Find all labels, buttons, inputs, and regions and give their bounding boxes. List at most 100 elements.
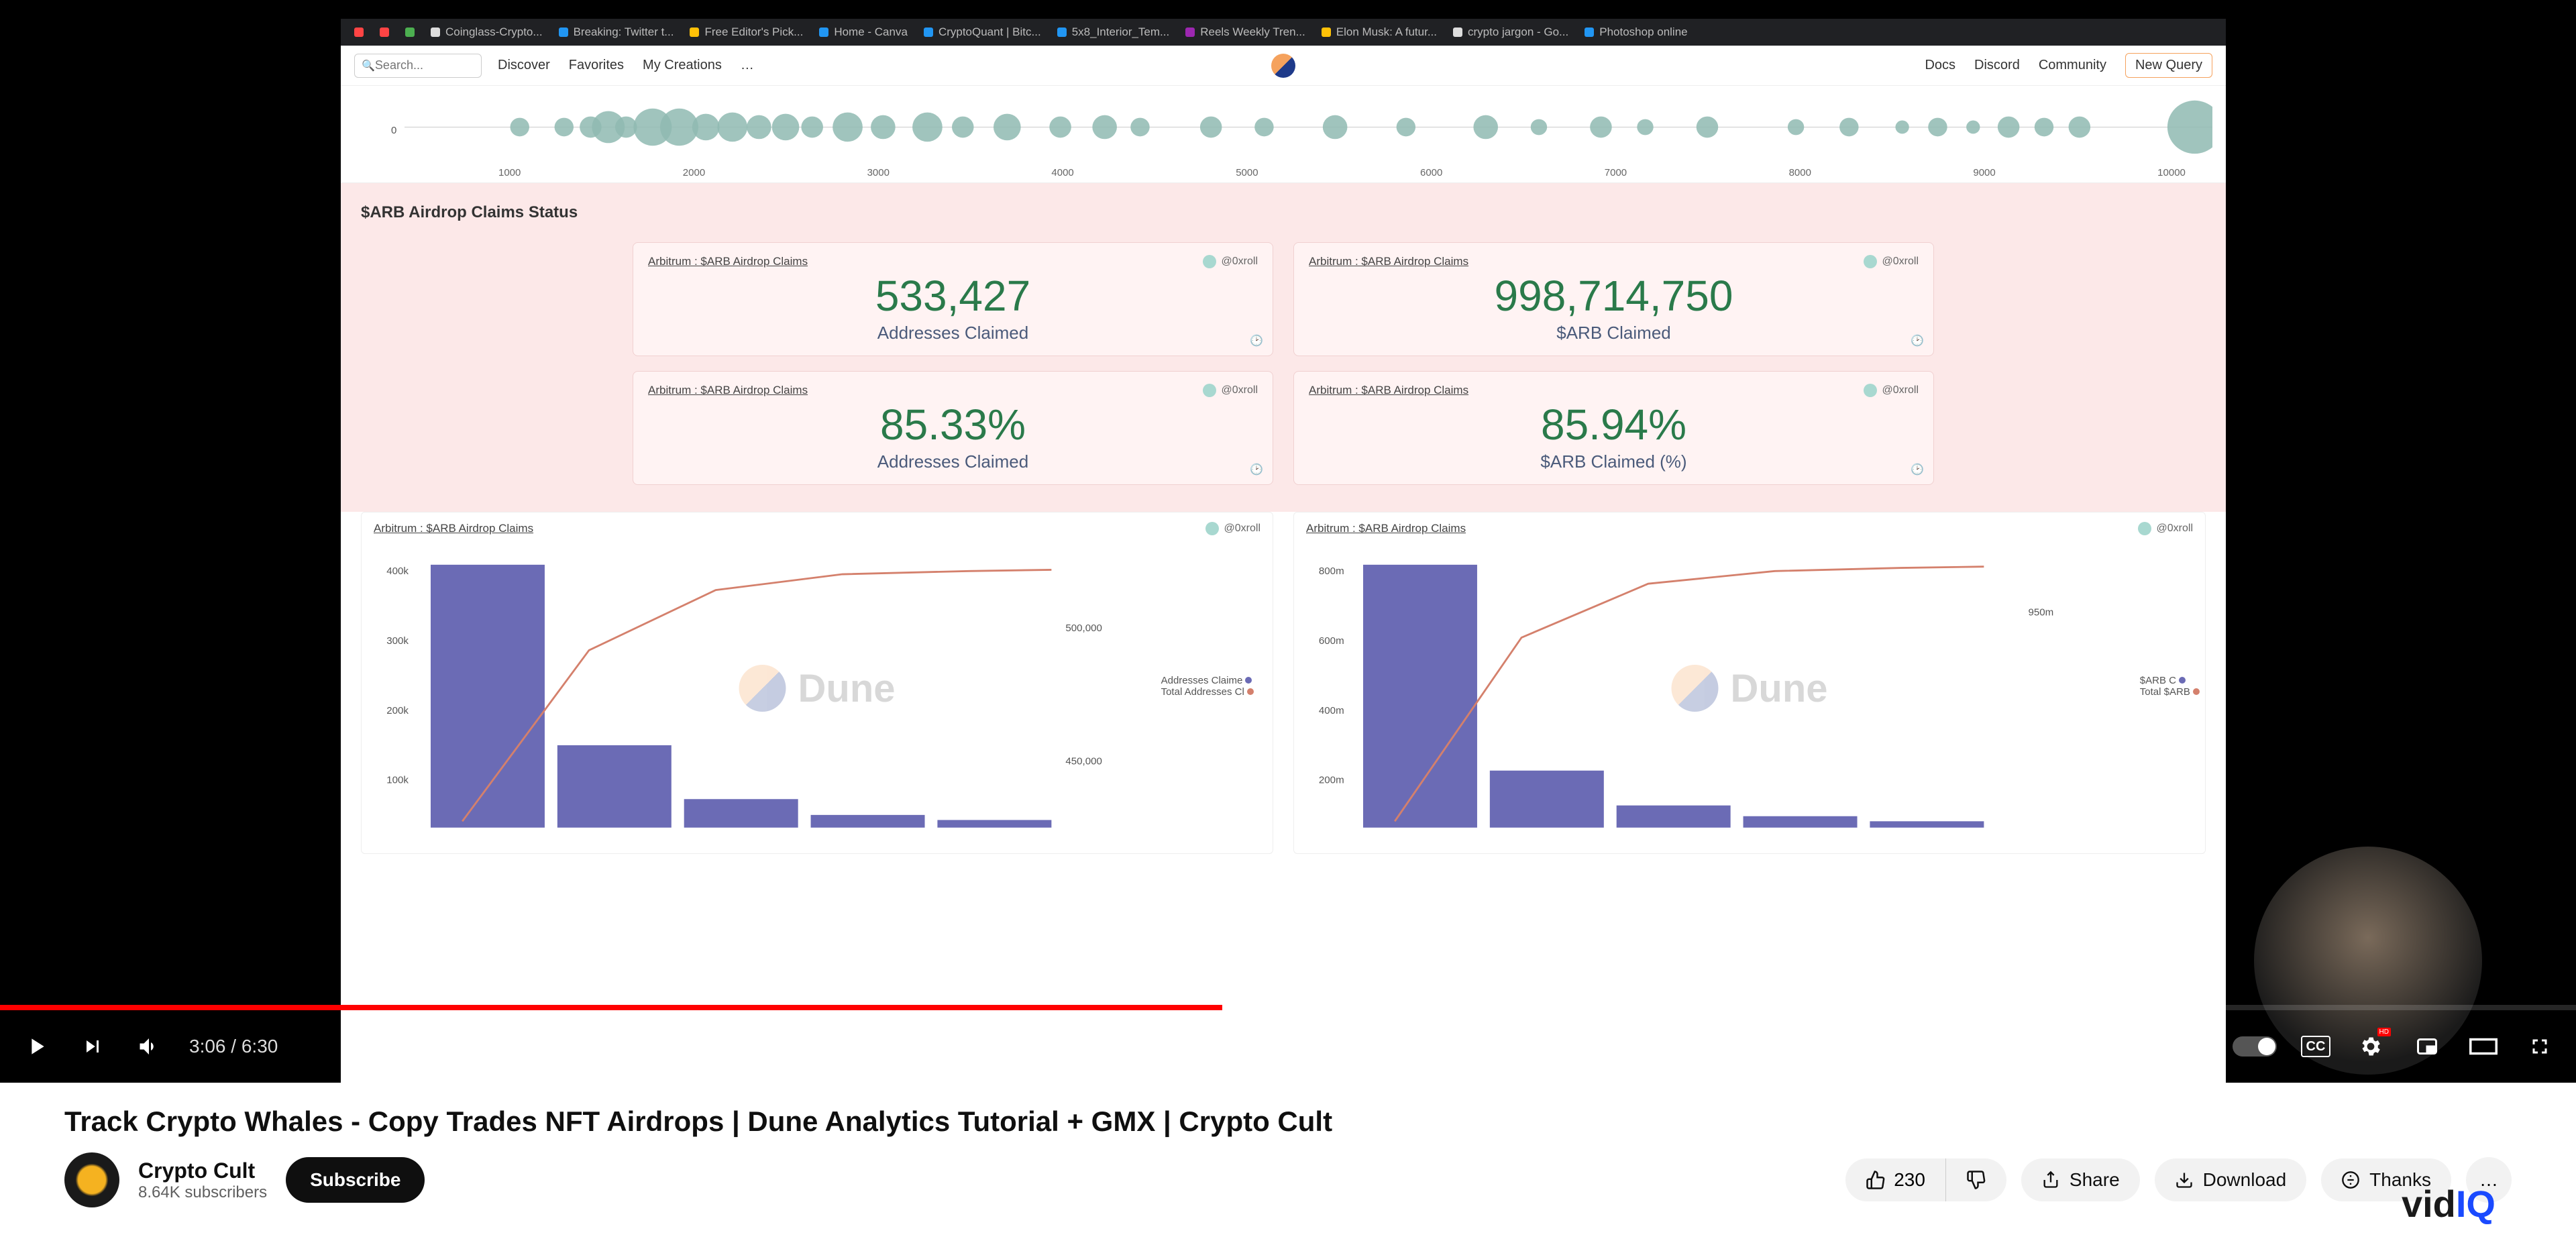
like-button[interactable]: 230 [1845,1158,1945,1201]
claims-status-section: $ARB Airdrop Claims Status Arbitrum : $A… [341,183,2226,512]
video-player[interactable]: Coinglass-Crypto... Breaking: Twitter t.… [0,0,2576,1083]
progress-bar[interactable] [0,1005,2576,1010]
miniplayer-button[interactable] [2411,1030,2443,1063]
volume-button[interactable] [133,1030,165,1063]
dune-screenshot: Coinglass-Crypto... Breaking: Twitter t.… [341,19,2226,1083]
card-title-link[interactable]: Arbitrum : $ARB Airdrop Claims [1309,255,1468,268]
nav-mycreations[interactable]: My Creations [643,58,722,73]
metric-value: 998,714,750 [1309,274,1919,319]
play-button[interactable] [20,1030,52,1063]
legend-item: $ARB C [2140,675,2200,686]
card-title-link[interactable]: Arbitrum : $ARB Airdrop Claims [1309,384,1468,397]
y-tick: 300k [386,635,409,647]
metric-value: 85.33% [648,402,1258,447]
x-tick: 4000 [1051,167,1073,178]
avatar-icon [1864,255,1877,268]
bar-chart-arb: Arbitrum : $ARB Airdrop Claims @0xroll D… [1293,512,2206,854]
played-bar [0,1005,1222,1010]
cumulative-line [1395,567,1984,822]
channel-avatar[interactable] [64,1152,119,1207]
x-tick: 8000 [1789,167,1811,178]
bar [1743,816,1858,828]
card-author[interactable]: @0xroll [1864,255,1919,268]
nav-more-icon[interactable]: … [741,58,754,73]
legend-item: Total $ARB [2140,686,2200,698]
nav-discord[interactable]: Discord [1974,58,2020,73]
tab-icon [354,28,364,37]
card-author[interactable]: @0xroll [1203,384,1258,397]
y2-tick: 450,000 [1065,756,1102,767]
avatar-icon [2138,522,2151,535]
chart-title-link[interactable]: Arbitrum : $ARB Airdrop Claims [374,522,533,535]
video-title: Track Crypto Whales - Copy Trades NFT Ai… [64,1105,2512,1138]
browser-tab: CryptoQuant | Bitc... [924,25,1041,39]
x-tick: 7000 [1605,167,1627,178]
time-display: 3:06 / 6:30 [189,1036,278,1057]
share-button[interactable]: Share [2021,1158,2140,1201]
nav-favorites[interactable]: Favorites [569,58,624,73]
browser-tab: Reels Weekly Tren... [1185,25,1305,39]
bar [937,820,1051,828]
x-tick: 5000 [1236,167,1258,178]
nav-docs[interactable]: Docs [1925,58,1955,73]
bar-charts-row: Arbitrum : $ARB Airdrop Claims @0xroll D… [341,512,2226,854]
x-tick: 6000 [1420,167,1442,178]
dislike-button[interactable] [1946,1158,2006,1201]
x-tick: 2000 [683,167,705,178]
new-query-button[interactable]: New Query [2125,53,2212,78]
section-title: $ARB Airdrop Claims Status [341,183,2226,242]
card-author[interactable]: @0xroll [1864,384,1919,397]
y-tick: 600m [1319,635,1344,647]
search-input[interactable]: 🔍 [354,54,482,78]
browser-tab: 5x8_Interior_Tem... [1057,25,1170,39]
dune-logo-icon [1271,54,1295,78]
legend-item: Addresses Claime [1161,675,1254,686]
card-title-link[interactable]: Arbitrum : $ARB Airdrop Claims [648,255,808,268]
settings-button[interactable]: HD [2355,1030,2387,1063]
y-tick: 400k [386,565,409,577]
bar [1490,771,1604,828]
video-meta: Track Crypto Whales - Copy Trades NFT Ai… [0,1083,2576,1243]
nav-discover[interactable]: Discover [498,58,550,73]
card-title-link[interactable]: Arbitrum : $ARB Airdrop Claims [648,384,808,397]
card-author[interactable]: @0xroll [1203,255,1258,268]
card-author[interactable]: @0xroll [1205,522,1260,535]
metric-value: 85.94% [1309,402,1919,447]
bar-chart-addresses: Arbitrum : $ARB Airdrop Claims @0xroll D… [361,512,1273,854]
chart-title-link[interactable]: Arbitrum : $ARB Airdrop Claims [1306,522,1466,535]
vidiq-logo: vidIQ [2402,1182,2496,1226]
subscriber-count: 8.64K subscribers [138,1183,267,1202]
clock-icon: 🕑 [1911,463,1924,476]
captions-button[interactable]: CC [2301,1036,2330,1057]
theater-button[interactable] [2467,1030,2500,1063]
metric-card-addresses-pct: Arbitrum : $ARB Airdrop Claims @0xroll 8… [633,371,1273,485]
card-author[interactable]: @0xroll [2138,522,2193,535]
scatter-chart: 0 1000 2000 3000 4000 5000 6000 7000 800… [341,86,2226,183]
channel-name[interactable]: Crypto Cult [138,1158,267,1183]
browser-tabs-bar: Coinglass-Crypto... Breaking: Twitter t.… [341,19,2226,46]
dune-header: 🔍 Discover Favorites My Creations … Docs… [341,46,2226,86]
x-tick: 9000 [1973,167,1995,178]
hd-badge: HD [2377,1028,2391,1036]
fullscreen-button[interactable] [2524,1030,2556,1063]
y-tick: 800m [1319,565,1344,577]
avatar-icon [1203,384,1216,397]
bar [1870,822,1984,828]
browser-tab: Photoshop online [1585,25,1687,39]
bar [557,745,672,828]
next-button[interactable] [76,1030,109,1063]
bar [1617,806,1731,828]
autoplay-toggle[interactable] [2233,1036,2277,1057]
bar [1363,565,1477,828]
nav-community[interactable]: Community [2039,58,2106,73]
metric-value: 533,427 [648,274,1258,319]
subscribe-button[interactable]: Subscribe [286,1157,425,1203]
search-icon: 🔍 [362,59,375,72]
y-tick: 200m [1319,775,1344,786]
metric-card-arb-pct: Arbitrum : $ARB Airdrop Claims @0xroll 8… [1293,371,1934,485]
download-button[interactable]: Download [2155,1158,2307,1201]
metric-label: Addresses Claimed [648,323,1258,343]
clock-icon: 🕑 [1911,334,1924,347]
metric-card-arb-claimed: Arbitrum : $ARB Airdrop Claims @0xroll 9… [1293,242,1934,356]
legend-item: Total Addresses Cl [1161,686,1254,698]
